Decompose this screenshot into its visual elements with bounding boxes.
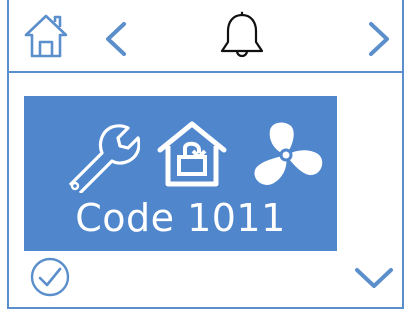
chevron-down-icon[interactable] [353, 264, 395, 292]
bell-icon[interactable] [218, 11, 266, 63]
chevron-right-icon[interactable] [366, 21, 392, 57]
fan-icon [254, 122, 323, 185]
wrench-icon [68, 124, 140, 193]
header-divider [7, 71, 404, 73]
home-return-icon [157, 121, 227, 187]
alarm-code-panel: Code 1011 [24, 96, 337, 251]
alarm-code-label: Code 1011 [75, 196, 286, 240]
chevron-left-icon[interactable] [103, 21, 129, 57]
check-circle-icon[interactable] [29, 256, 71, 298]
home-icon[interactable] [20, 13, 76, 59]
